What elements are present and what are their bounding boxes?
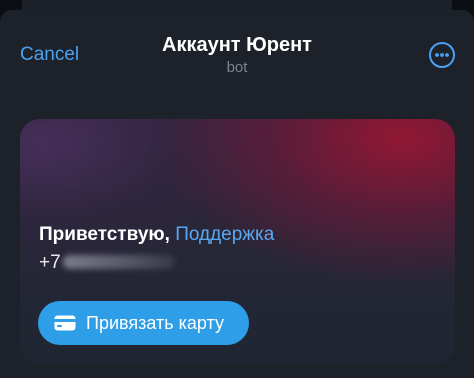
phone-prefix: +7 — [39, 252, 61, 273]
link-card-button[interactable]: Привязать карту — [38, 301, 249, 345]
credit-card-icon — [54, 315, 76, 331]
greeting-text: Приветствую, — [39, 224, 170, 245]
account-card: Приветствую, Поддержка +7 Привязать карт… — [20, 119, 455, 364]
more-options-button[interactable] — [429, 42, 455, 68]
greeting-line: Приветствую, Поддержка — [39, 224, 274, 246]
page-subtitle: bot — [226, 59, 248, 76]
link-card-label: Привязать карту — [86, 313, 224, 333]
support-name-link[interactable]: Поддержка — [175, 224, 274, 245]
phone-masked-digits — [62, 255, 175, 269]
more-dots-icon — [435, 53, 449, 57]
phone-number: +7 — [39, 252, 175, 274]
page-title: Аккаунт Юрент — [162, 34, 312, 56]
